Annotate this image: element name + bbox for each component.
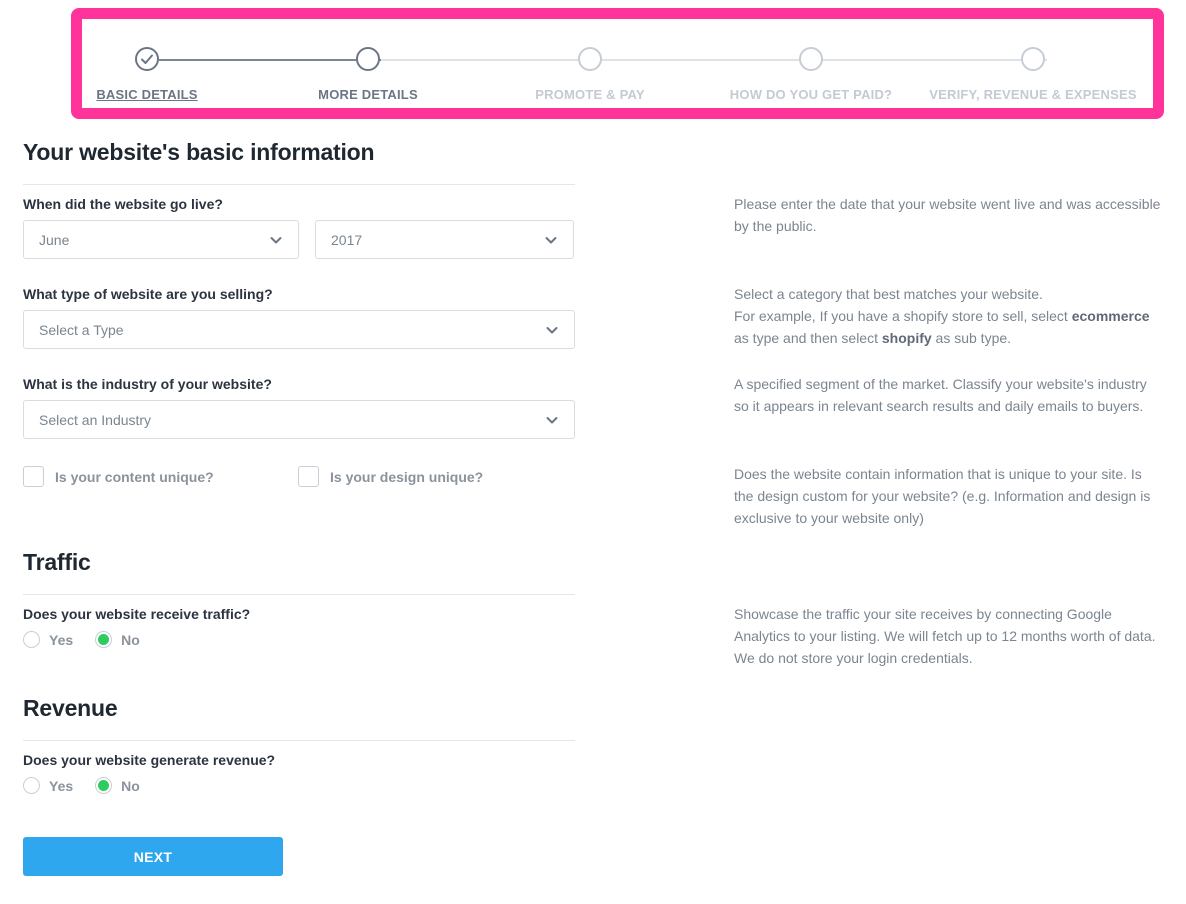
design-unique-checkbox[interactable] bbox=[298, 466, 319, 487]
revenue-yes-label: Yes bbox=[49, 777, 74, 794]
question-traffic: Does your website receive traffic? bbox=[23, 606, 251, 622]
help-type-prefix: For example, If you have a shopify store… bbox=[734, 308, 1072, 324]
chevron-down-icon bbox=[546, 326, 558, 333]
industry-select[interactable]: Select an Industry bbox=[23, 400, 575, 439]
month-select-value: June bbox=[39, 231, 70, 248]
revenue-radio-group: Yes No bbox=[23, 777, 162, 794]
design-unique-label: Is your design unique? bbox=[330, 468, 484, 485]
revenue-no-radio[interactable] bbox=[95, 777, 113, 794]
step-label: VERIFY, REVENUE & EXPENSES bbox=[929, 87, 1137, 102]
revenue-no-option[interactable]: No bbox=[95, 777, 140, 794]
help-live-date: Please enter the date that your website … bbox=[734, 196, 1161, 234]
website-type-select[interactable]: Select a Type bbox=[23, 310, 575, 349]
question-website-type: What type of website are you selling? bbox=[23, 286, 273, 302]
next-button[interactable]: NEXT bbox=[23, 837, 283, 876]
step-circle bbox=[578, 47, 602, 71]
step-circle bbox=[356, 47, 380, 71]
step-label: MORE DETAILS bbox=[318, 87, 418, 102]
step-circle bbox=[799, 47, 823, 71]
section-title-traffic: Traffic bbox=[23, 549, 91, 575]
year-select[interactable]: 2017 bbox=[315, 220, 574, 259]
check-icon bbox=[135, 47, 159, 71]
year-select-value: 2017 bbox=[331, 231, 363, 248]
section-divider bbox=[23, 594, 575, 595]
step-circle bbox=[1021, 47, 1045, 71]
section-divider bbox=[23, 184, 575, 185]
revenue-yes-option[interactable]: Yes bbox=[23, 777, 73, 794]
progress-stepper: BASIC DETAILS MORE DETAILS PROMOTE & PAY… bbox=[71, 8, 1164, 119]
step-label: PROMOTE & PAY bbox=[535, 87, 645, 102]
website-type-placeholder: Select a Type bbox=[39, 321, 124, 338]
content-unique-checkbox-row[interactable]: Is your content unique? bbox=[23, 466, 214, 487]
traffic-yes-option[interactable]: Yes bbox=[23, 631, 73, 648]
help-type-line1: Select a category that best matches your… bbox=[734, 286, 1043, 302]
question-live-date: When did the website go live? bbox=[23, 196, 223, 212]
help-industry: A specified segment of the market. Class… bbox=[734, 376, 1147, 414]
month-select[interactable]: June bbox=[23, 220, 299, 259]
revenue-no-label: No bbox=[121, 777, 140, 794]
traffic-no-label: No bbox=[121, 631, 140, 648]
section-title-basic-info: Your website's basic information bbox=[23, 139, 375, 165]
design-unique-checkbox-row[interactable]: Is your design unique? bbox=[298, 466, 483, 487]
traffic-radio-group: Yes No bbox=[23, 631, 162, 648]
chevron-down-icon bbox=[545, 236, 557, 243]
content-unique-checkbox[interactable] bbox=[23, 466, 44, 487]
traffic-no-radio[interactable] bbox=[95, 631, 113, 648]
industry-placeholder: Select an Industry bbox=[39, 411, 152, 428]
traffic-yes-radio[interactable] bbox=[23, 631, 40, 648]
help-unique: Does the website contain information tha… bbox=[734, 466, 1151, 526]
help-type-bold-ecommerce: ecommerce bbox=[1071, 308, 1150, 324]
section-title-revenue: Revenue bbox=[23, 695, 118, 721]
help-type-suffix: as sub type. bbox=[931, 330, 1012, 346]
help-type-bold-shopify: shopify bbox=[881, 330, 932, 346]
traffic-no-option[interactable]: No bbox=[95, 631, 140, 648]
section-divider bbox=[23, 740, 575, 741]
help-type-mid: as type and then select bbox=[734, 330, 882, 346]
traffic-yes-label: Yes bbox=[49, 631, 74, 648]
revenue-yes-radio[interactable] bbox=[23, 777, 40, 794]
step-label: HOW DO YOU GET PAID? bbox=[729, 87, 893, 102]
question-revenue: Does your website generate revenue? bbox=[23, 752, 276, 768]
help-website-type: Select a category that best matches your… bbox=[734, 283, 1164, 349]
chevron-down-icon bbox=[546, 416, 558, 423]
stepper-line-pending bbox=[381, 59, 1047, 61]
content-unique-label: Is your content unique? bbox=[55, 468, 214, 485]
question-industry: What is the industry of your website? bbox=[23, 376, 272, 392]
step-label: BASIC DETAILS bbox=[96, 87, 198, 102]
help-traffic: Showcase the traffic your site receives … bbox=[734, 606, 1156, 666]
chevron-down-icon bbox=[270, 236, 282, 243]
stepper-line-completed bbox=[159, 59, 381, 61]
